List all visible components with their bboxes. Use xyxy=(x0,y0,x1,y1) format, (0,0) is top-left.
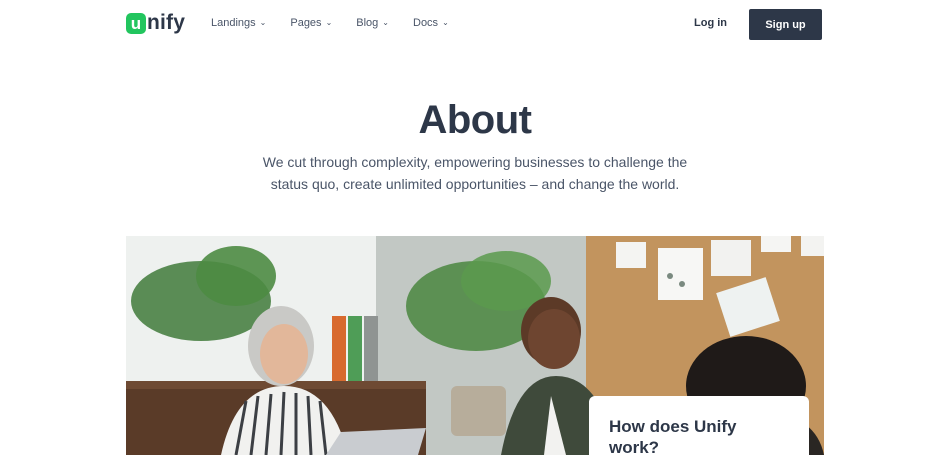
nav-item-label: Pages xyxy=(290,17,322,29)
chevron-down-icon: ⌄ xyxy=(442,17,449,27)
chevron-down-icon: ⌄ xyxy=(259,17,267,27)
logo-text: nify xyxy=(147,11,186,34)
login-link[interactable]: Log in xyxy=(694,17,727,29)
chevron-down-icon: ⌄ xyxy=(382,17,389,27)
card-title: How does Unify work? xyxy=(609,417,737,455)
chevron-down-icon: ⌄ xyxy=(325,17,333,27)
nav-item-pages[interactable]: Pages ⌄ xyxy=(290,17,332,29)
signup-button[interactable]: Sign up xyxy=(749,9,822,40)
brand-logo[interactable]: u nify xyxy=(126,11,186,34)
logo-mark: u xyxy=(126,12,146,34)
nav-item-landings[interactable]: Landings ⌄ xyxy=(211,17,266,29)
nav-item-label: Docs xyxy=(413,17,439,29)
top-navbar: u nify Landings ⌄ Pages ⌄ Blog ⌄ Docs ⌄ … xyxy=(0,0,950,50)
page-subtitle: We cut through complexity, empowering bu… xyxy=(262,154,688,192)
how-it-works-card: How does Unify work? xyxy=(589,396,809,455)
nav-item-label: Blog xyxy=(356,17,379,29)
main-nav: Landings ⌄ Pages ⌄ Blog ⌄ Docs ⌄ xyxy=(211,17,473,29)
page-title: About xyxy=(418,98,532,142)
nav-item-label: Landings xyxy=(211,17,256,29)
nav-item-docs[interactable]: Docs ⌄ xyxy=(413,17,449,29)
nav-item-blog[interactable]: Blog ⌄ xyxy=(356,17,389,29)
